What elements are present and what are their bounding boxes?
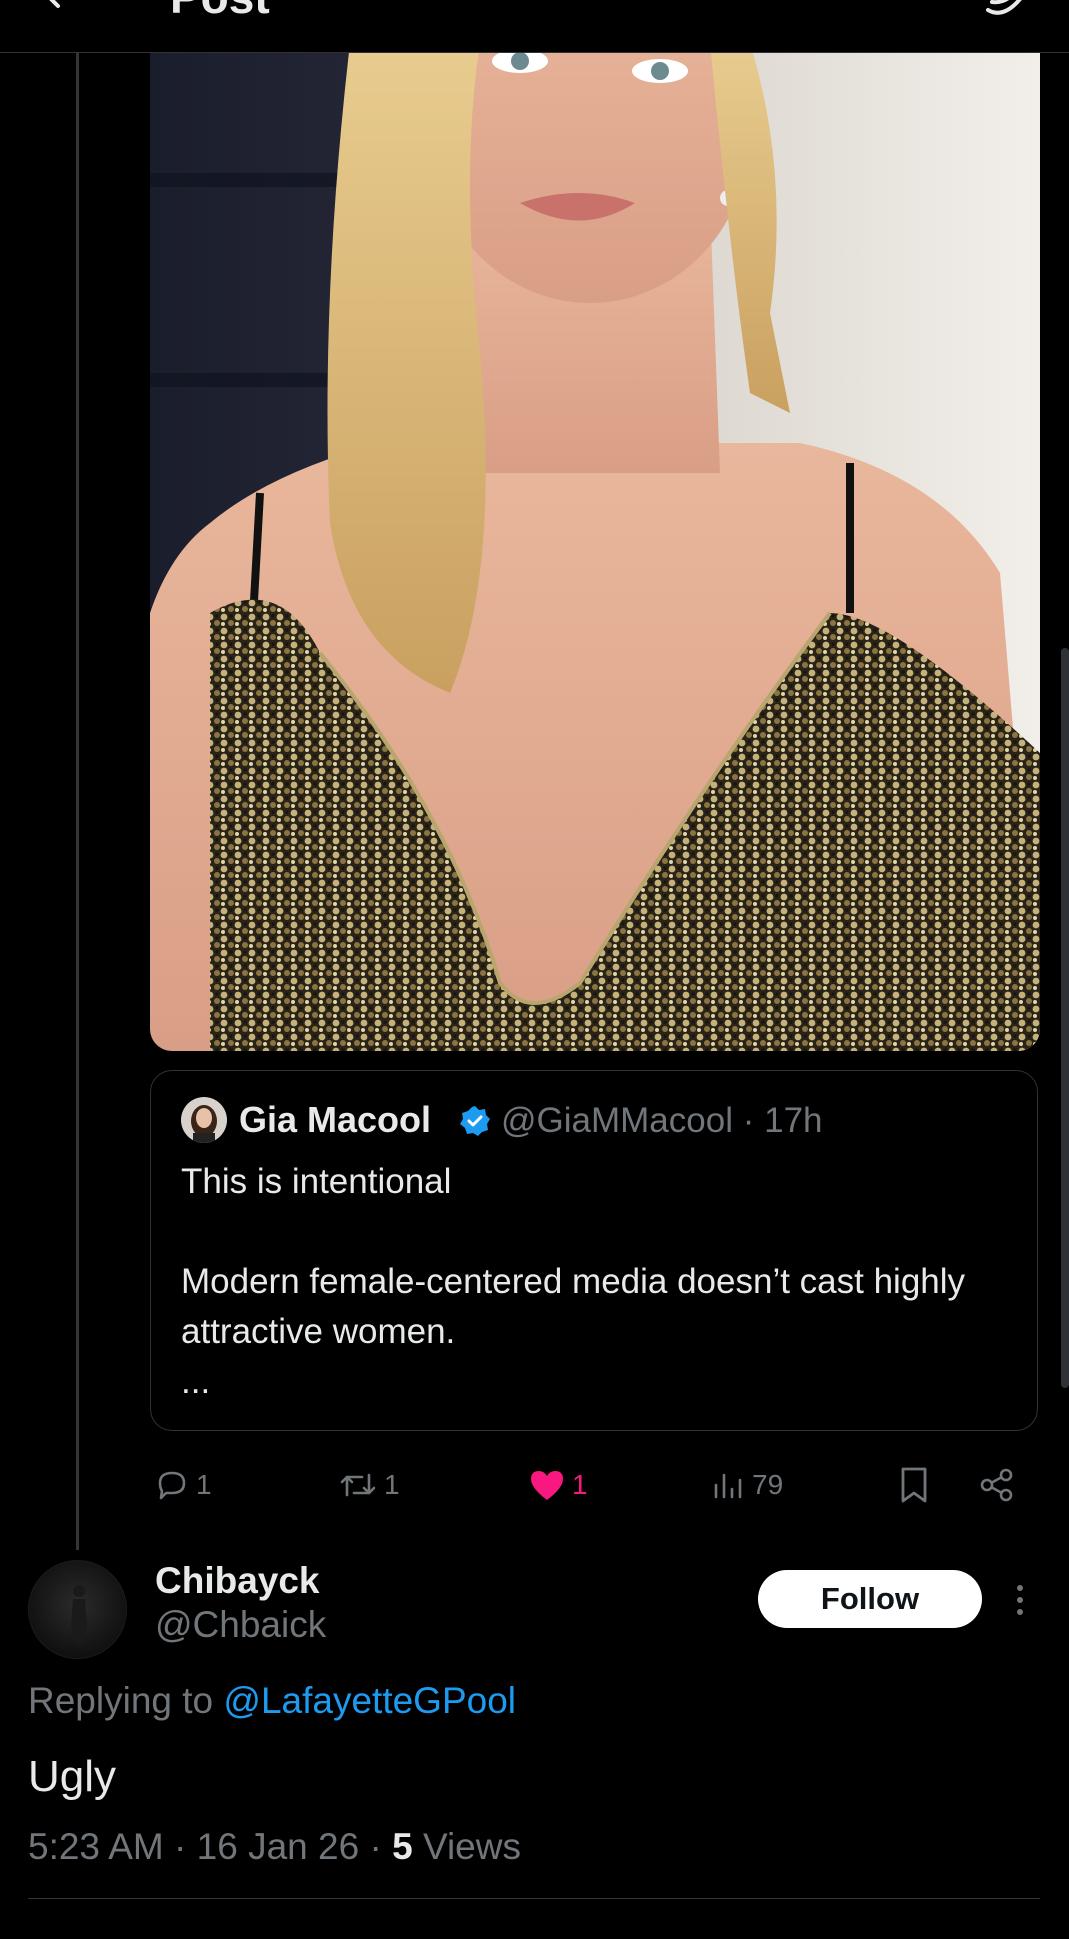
quote-time: 17h: [764, 1101, 823, 1140]
share-button[interactable]: [978, 1460, 1016, 1510]
grok-icon[interactable]: [980, 0, 1030, 16]
divider: [28, 1898, 1040, 1899]
post-date[interactable]: 16 Jan 26: [197, 1826, 360, 1867]
meta-dot: ·: [369, 1826, 382, 1867]
reply-author-name[interactable]: Chibayck: [155, 1560, 320, 1602]
scrollbar[interactable]: [1061, 648, 1069, 1388]
post-meta: 5:23 AM · 16 Jan 26 · 5 Views: [28, 1826, 521, 1868]
reply-avatar[interactable]: [28, 1560, 127, 1659]
quote-line: Modern female-centered media doesn’t cas…: [181, 1262, 966, 1351]
reply-button[interactable]: 1: [154, 1460, 212, 1510]
quote-handle[interactable]: @GiaMMacool: [501, 1101, 733, 1140]
verified-badge-icon: [460, 1106, 490, 1136]
views-label: Views: [422, 1826, 521, 1867]
page-title: Post: [170, 0, 270, 24]
views-number: 5: [392, 1826, 413, 1867]
quote-separator: ·: [742, 1101, 755, 1140]
arrow-left-icon[interactable]: [40, 0, 80, 18]
like-button[interactable]: 1: [528, 1460, 588, 1510]
more-options-icon[interactable]: [1008, 1580, 1032, 1620]
quote-avatar[interactable]: [181, 1097, 227, 1143]
views-chart-icon: [714, 1473, 742, 1499]
views-count: 79: [752, 1469, 784, 1500]
meta-dot: ·: [174, 1826, 187, 1867]
top-bar: Post: [0, 0, 1069, 53]
replying-prefix: Replying to: [28, 1680, 214, 1721]
replying-mention-link[interactable]: @LafayetteGPool: [223, 1680, 516, 1721]
views-button[interactable]: 79: [712, 1460, 783, 1510]
post-time[interactable]: 5:23 AM: [28, 1826, 164, 1867]
replying-to: Replying to @LafayetteGPool: [28, 1680, 516, 1722]
bookmark-icon: [901, 1467, 927, 1503]
repost-count: 1: [384, 1469, 400, 1500]
quote-ellipsis: ...: [181, 1362, 211, 1401]
post-photo[interactable]: [150, 53, 1040, 1051]
repost-button[interactable]: 1: [338, 1460, 400, 1510]
reply-icon: [158, 1471, 186, 1500]
photo-image: [150, 53, 1040, 1051]
quote-handle-time: @GiaMMacool · 17h: [501, 1101, 823, 1141]
quote-author-name[interactable]: Gia Macool: [239, 1099, 431, 1141]
reply-handle[interactable]: @Chbaick: [155, 1604, 326, 1646]
reply-text: Ugly: [28, 1752, 117, 1801]
reply-count: 1: [196, 1469, 212, 1500]
bookmark-button[interactable]: [897, 1460, 931, 1510]
quote-line: This is intentional: [181, 1162, 452, 1201]
repost-icon: [340, 1473, 376, 1497]
quoted-post[interactable]: Gia Macool @GiaMMacool · 17h This is int…: [150, 1070, 1038, 1431]
heart-icon: [531, 1471, 563, 1500]
action-bar: 1 1 1 79: [150, 1460, 1040, 1510]
follow-button[interactable]: Follow: [758, 1570, 982, 1628]
like-count: 1: [572, 1469, 588, 1500]
share-icon: [980, 1468, 1013, 1502]
quote-text: This is intentional Modern female-center…: [181, 1157, 1021, 1407]
thread-line: [76, 53, 79, 1550]
